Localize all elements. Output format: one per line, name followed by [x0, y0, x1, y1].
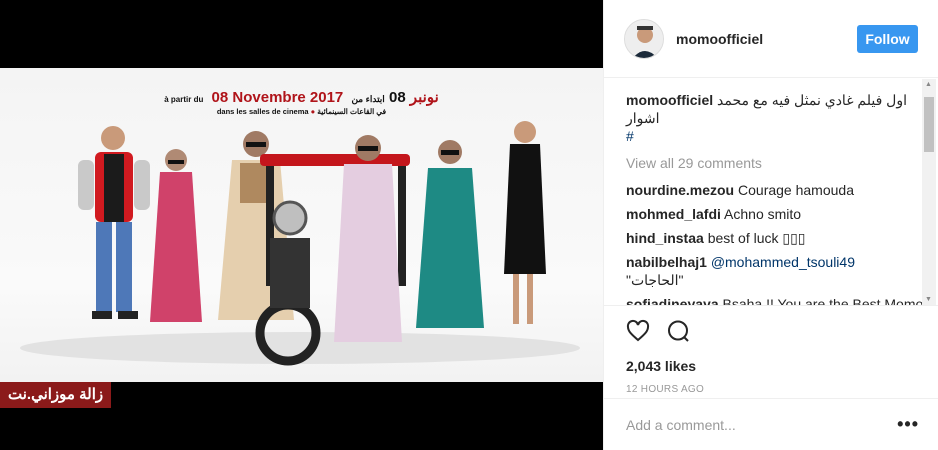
comment-item: nourdine.mezou Courage hamouda [626, 181, 924, 199]
comment-text: Courage hamouda [738, 182, 854, 198]
add-comment-input[interactable]: Add a comment... [626, 417, 897, 433]
comment-username[interactable]: hind_instaa [626, 230, 704, 246]
comment-item: mohmed_lafdi Achno smito [626, 205, 924, 223]
likes-count[interactable]: 2,043 likes [626, 358, 919, 374]
post-actions: 2,043 likes 12 HOURS AGO [604, 305, 938, 395]
comment-icon[interactable] [666, 319, 690, 348]
movie-poster: à partir du 08 Novembre 2017 نونبر 08 اب… [0, 68, 603, 382]
comments-list: momoofficiel اول فيلم غادي نمثل فيه مع م… [604, 79, 924, 305]
comment-item: nabilbelhaj1 @mohammed_tsouli49 "الحاجات… [626, 253, 924, 289]
caption-hashtag[interactable]: # [626, 128, 634, 144]
avatar[interactable] [624, 18, 664, 59]
post-timestamp[interactable]: 12 HOURS AGO [626, 384, 919, 395]
post-sidebar: momoofficiel Follow momoofficiel اول فيل… [603, 0, 938, 450]
caption-username[interactable]: momoofficiel [626, 92, 713, 108]
post-header: momoofficiel Follow [604, 0, 938, 78]
view-all-comments-link[interactable]: View all 29 comments [626, 155, 924, 171]
comment-text: "الحاجات" [626, 272, 684, 288]
scrollbar-thumb[interactable] [924, 97, 934, 152]
caption: momoofficiel اول فيلم غادي نمثل فيه مع م… [626, 91, 924, 145]
character-woman-pink [150, 149, 202, 322]
character-woman-lilac [334, 135, 402, 342]
scroll-up-icon[interactable]: ▲ [925, 81, 932, 88]
comment-text: best of luck ▯▯▯ [707, 230, 806, 246]
character-woman-black [504, 121, 546, 324]
follow-button[interactable]: Follow [857, 24, 918, 53]
post-media[interactable]: à partir du 08 Novembre 2017 نونبر 08 اب… [0, 0, 603, 450]
comment-item: hind_instaa best of luck ▯▯▯ [626, 229, 924, 247]
header-username[interactable]: momoofficiel [676, 31, 857, 47]
comment-item: sofiadineyaya Bsaha !! You are the Best … [626, 295, 924, 305]
comment-username[interactable]: mohmed_lafdi [626, 206, 721, 222]
comment-mention[interactable]: @mohammed_tsouli49 [711, 254, 855, 270]
scroll-down-icon[interactable]: ▼ [925, 296, 932, 303]
watermark: زالة موزاني.نت [0, 382, 112, 408]
comments-scrollbar[interactable]: ▲ ▼ [922, 79, 936, 305]
comment-username[interactable]: sofiadineyaya [626, 296, 719, 305]
character-man-left [78, 126, 150, 319]
comment-username[interactable]: nabilbelhaj1 [626, 254, 707, 270]
comment-text: Achno smito [724, 206, 802, 222]
heart-icon[interactable] [626, 319, 650, 348]
poster-characters [20, 121, 580, 366]
comment-username[interactable]: nourdine.mezou [626, 182, 734, 198]
character-woman-teal [416, 140, 484, 328]
add-comment-bar: Add a comment... ••• [604, 398, 938, 450]
more-icon[interactable]: ••• [897, 414, 919, 435]
post: à partir du 08 Novembre 2017 نونبر 08 اب… [0, 0, 938, 450]
